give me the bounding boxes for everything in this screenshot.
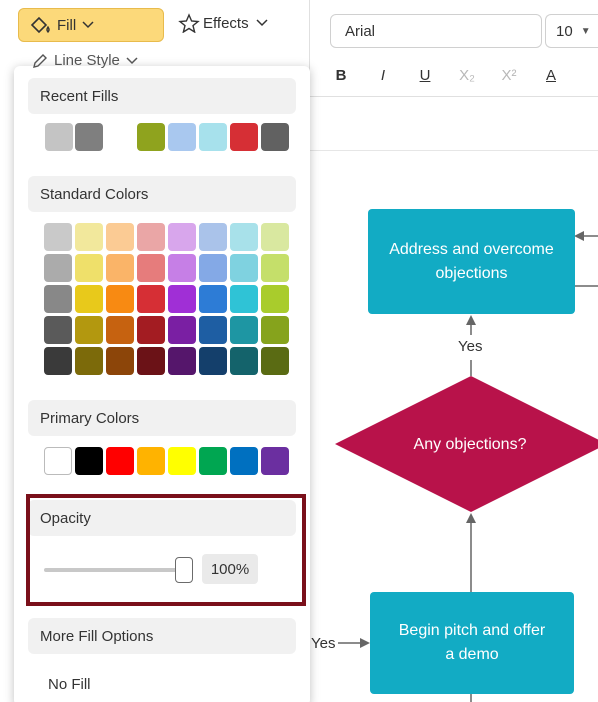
caret-down-icon: ▼ (580, 25, 591, 37)
effects-button[interactable]: Effects (178, 13, 272, 33)
primary-color-swatch[interactable] (137, 447, 165, 475)
font-size-value: 10 (556, 22, 573, 40)
node-address-objections[interactable]: Address and overcome objections (368, 209, 575, 314)
standard-color-swatch[interactable] (44, 254, 72, 282)
chevron-down-icon (126, 56, 138, 64)
standard-color-swatch[interactable] (261, 223, 289, 251)
superscript-icon[interactable]: X² (488, 67, 530, 84)
node-label: Any objections? (413, 436, 527, 453)
primary-color-swatch[interactable] (168, 447, 196, 475)
arrowhead (466, 315, 476, 325)
standard-color-swatch[interactable] (75, 347, 103, 375)
standard-color-swatch[interactable] (168, 285, 196, 313)
standard-color-swatch[interactable] (230, 316, 258, 344)
chevron-down-icon (82, 21, 94, 29)
primary-color-swatch[interactable] (106, 447, 134, 475)
fill-button[interactable]: Fill (18, 8, 164, 42)
line-style-label: Line Style (54, 52, 120, 69)
font-family-select[interactable]: Arial (330, 14, 542, 48)
standard-color-swatch[interactable] (199, 223, 227, 251)
chevron-down-icon (256, 19, 268, 27)
edge-label-yes: Yes (311, 635, 336, 652)
standard-color-swatch[interactable] (75, 285, 103, 313)
subscript-icon[interactable]: X₂ (446, 67, 488, 84)
recent-fill-swatch[interactable] (261, 123, 289, 151)
standard-color-swatch[interactable] (230, 347, 258, 375)
text-format-toolbar: B I U X₂ X² A (320, 62, 572, 88)
recent-fill-swatch[interactable] (199, 123, 227, 151)
arrowhead (574, 231, 584, 241)
standard-color-swatch[interactable] (261, 316, 289, 344)
standard-color-swatch[interactable] (44, 285, 72, 313)
paint-bucket-icon (30, 16, 50, 34)
standard-color-swatch[interactable] (261, 254, 289, 282)
primary-color-swatch[interactable] (261, 447, 289, 475)
bold-icon[interactable]: B (320, 67, 362, 84)
standard-color-swatch[interactable] (137, 316, 165, 344)
standard-color-swatch[interactable] (44, 223, 72, 251)
standard-color-swatch[interactable] (199, 254, 227, 282)
italic-icon[interactable]: I (362, 67, 404, 84)
standard-color-swatch[interactable] (44, 347, 72, 375)
standard-color-swatch[interactable] (168, 254, 196, 282)
primary-color-swatch[interactable] (230, 447, 258, 475)
standard-color-swatch[interactable] (230, 254, 258, 282)
arrowhead (466, 513, 476, 523)
standard-color-swatch[interactable] (199, 347, 227, 375)
text-color-icon[interactable]: A (530, 67, 572, 84)
standard-color-swatch[interactable] (75, 254, 103, 282)
fill-dropdown-panel: Recent Fills Standard Colors Primary Col… (14, 66, 310, 702)
standard-color-swatch[interactable] (75, 223, 103, 251)
standard-color-swatch[interactable] (137, 223, 165, 251)
standard-color-swatch[interactable] (106, 254, 134, 282)
standard-color-swatch[interactable] (168, 316, 196, 344)
standard-color-swatch[interactable] (44, 316, 72, 344)
star-icon (178, 13, 200, 33)
standard-color-swatch[interactable] (137, 347, 165, 375)
no-fill-option[interactable]: No Fill (48, 676, 91, 693)
standard-color-swatch[interactable] (106, 223, 134, 251)
standard-color-swatch[interactable] (137, 254, 165, 282)
font-size-select[interactable]: 10 ▼ (545, 14, 598, 48)
standard-colors-header: Standard Colors (28, 176, 296, 212)
effects-label: Effects (203, 14, 249, 32)
recent-fill-swatch[interactable] (75, 123, 103, 151)
standard-color-swatch[interactable] (230, 285, 258, 313)
node-any-objections[interactable]: Any objections? (385, 430, 555, 460)
standard-color-swatch[interactable] (230, 223, 258, 251)
underline-icon[interactable]: U (404, 67, 446, 84)
arrowhead (360, 638, 370, 648)
standard-color-swatch[interactable] (168, 223, 196, 251)
primary-colors-header: Primary Colors (28, 400, 296, 436)
pencil-icon (33, 53, 47, 68)
recent-fill-swatch[interactable] (45, 123, 73, 151)
standard-color-swatch[interactable] (168, 347, 196, 375)
standard-color-swatch[interactable] (261, 285, 289, 313)
standard-color-swatch[interactable] (75, 316, 103, 344)
line-style-button[interactable]: Line Style (32, 52, 144, 69)
node-begin-pitch[interactable]: Begin pitch and offer a demo (370, 592, 574, 694)
standard-color-swatch[interactable] (106, 285, 134, 313)
standard-color-swatch[interactable] (137, 285, 165, 313)
standard-color-swatch[interactable] (106, 316, 134, 344)
node-label: Address and overcome objections (389, 240, 554, 282)
standard-color-swatch[interactable] (199, 316, 227, 344)
primary-color-swatch[interactable] (199, 447, 227, 475)
edge-label-yes: Yes (458, 338, 483, 355)
standard-color-swatch[interactable] (106, 347, 134, 375)
standard-color-swatch[interactable] (261, 347, 289, 375)
recent-fill-swatch[interactable] (137, 123, 165, 151)
primary-color-swatch[interactable] (44, 447, 72, 475)
recent-fill-swatch[interactable] (230, 123, 258, 151)
more-fill-options-header[interactable]: More Fill Options (28, 618, 296, 654)
recent-fills-header: Recent Fills (28, 78, 296, 114)
standard-color-swatch[interactable] (199, 285, 227, 313)
node-label: Begin pitch and offer a demo (398, 622, 546, 663)
fill-label: Fill (57, 16, 77, 34)
recent-fill-swatch[interactable] (168, 123, 196, 151)
primary-color-swatch[interactable] (75, 447, 103, 475)
opacity-highlight-frame (26, 494, 306, 606)
